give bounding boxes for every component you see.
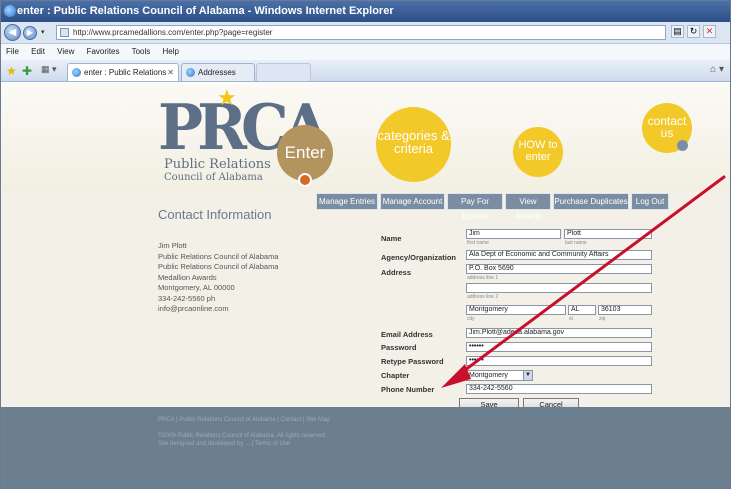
phone-input[interactable]: 334-242-5560 [466,384,652,394]
address-tools: ▤ ↻ ✕ [671,25,729,40]
address-line-2-input[interactable] [466,283,652,293]
last-name-hint: last name [565,240,587,246]
contact-dot-icon [677,140,688,151]
home-page-icon[interactable]: ⌂ ▾ [710,64,724,75]
chapter-select[interactable]: Montgomery ▼ [466,370,533,381]
nav-purchase-duplicates[interactable]: Purchase Duplicates [553,193,629,210]
page-icon [60,28,69,37]
chapter-label: Chapter [381,371,410,380]
menu-view[interactable]: View [57,47,74,56]
site-header: PRCA ★ Public Relations Council of Alaba… [1,83,730,191]
retype-password-label: Retype Password [381,357,444,366]
refresh-icon[interactable]: ↻ [687,25,700,38]
tab-ie-icon [72,68,81,77]
web-page: PRCA ★ Public Relations Council of Alaba… [1,83,730,488]
enter-label: Enter [284,143,326,162]
address-line-1-hint: address line 1 [467,275,499,281]
logo-line-2: Council of Alabama [164,172,263,183]
state-input[interactable]: AL [568,305,596,315]
forward-button[interactable]: ▶ [23,26,37,40]
back-button[interactable]: ◀ [4,24,21,41]
email-label: Email Address [381,330,433,339]
nav-manage-account[interactable]: Manage Account [380,193,445,210]
logo-line-1: Public Relations [164,157,271,172]
tab-ie-icon [186,68,195,77]
menu-favorites[interactable]: Favorites [87,47,120,56]
tab-enter[interactable]: enter : Public Relations C... ✕ [67,63,179,94]
enter-arrow-icon [298,173,312,187]
forward-arrow-icon: ▶ [26,28,34,37]
nav-log-out[interactable]: Log Out [631,193,669,210]
contact-line: 334-242-5560 ph [158,293,216,303]
quick-tabs-icon[interactable]: ▦ ▾ [41,64,57,75]
add-favorite-icon[interactable]: ✚ [22,64,32,78]
name-label: Name [381,234,402,243]
contact-email-link[interactable]: info@prcaonline.com [158,304,278,315]
new-tab-button[interactable] [256,63,311,81]
nav-pay-for-entries[interactable]: Pay For Entries [447,193,503,221]
retype-password-input[interactable]: •••••• [466,356,652,366]
city-input[interactable]: Montgomery [466,305,566,315]
ie-logo-icon [4,5,16,17]
contact-label: contact us [647,114,687,140]
agency-input[interactable]: Ala Dept of Economic and Community Affai… [466,250,652,260]
phone-label: Phone Number [381,385,435,394]
site-footer: PRCA | Public Relations Council of Alaba… [1,407,730,488]
window-title: enter : Public Relations Council of Alab… [17,5,394,17]
categories-circle-link[interactable]: categories & criteria [376,107,451,182]
url-text: http://www.prcamedallions.com/enter.php?… [73,28,273,37]
address-line-1-input[interactable]: P.O. Box 5690 [466,264,652,274]
contact-line: Jim Plott [158,241,187,250]
chevron-down-icon: ▼ [523,371,532,380]
footer-credits: Site designed and developed by ... | Ter… [158,441,291,447]
address-label: Address [381,268,412,277]
first-name-input[interactable]: Jim [466,229,561,239]
chapter-value: Montgomery [469,372,508,379]
nav-view-awards[interactable]: View Awards [505,193,551,221]
menu-file[interactable]: File [6,47,19,56]
address-line-2-hint: address line 2 [467,294,499,300]
menu-bar: File Edit View Favorites Tools Help [1,44,730,60]
contact-line: Public Relations Council of Alabama [158,262,279,271]
first-name-hint: first name [467,240,489,246]
categories-label: categories & criteria [377,128,450,156]
email-input[interactable]: Jim.Plott@adeca.alabama.gov [466,328,652,338]
menu-tools[interactable]: Tools [132,47,151,56]
compatibility-icon[interactable]: ▤ [671,25,684,38]
tab-bar: ★ ✚ ▦ ▾ enter : Public Relations C... ✕ … [1,60,730,94]
agency-label: Agency/Organization [381,253,457,262]
last-name-input[interactable]: Plott [564,229,652,239]
contact-block: Jim Plott Public Relations Council of Al… [158,241,278,315]
city-hint: city [467,316,475,322]
back-arrow-icon: ◀ [8,27,17,38]
logo-star-icon: ★ [217,85,237,110]
title-bar: enter : Public Relations Council of Alab… [1,1,730,22]
recent-pages-dropdown-icon[interactable]: ▾ [41,28,45,36]
contact-title: Contact Information [158,207,272,222]
zip-input[interactable]: 36103 [598,305,652,315]
how-label: HOW to enter [518,139,558,163]
tab-addresses[interactable]: Addresses [181,63,255,81]
tab-label: Addresses [198,68,236,77]
state-hint: st [569,316,573,322]
stop-icon[interactable]: ✕ [703,25,716,38]
favorites-star-icon[interactable]: ★ [6,64,17,78]
footer-copyright: ©2009 Public Relations Council of Alabam… [158,433,327,439]
menu-help[interactable]: Help [163,47,179,56]
contact-line: Montgomery, AL 00000 [158,283,235,292]
how-to-enter-circle-link[interactable]: HOW to enter [513,127,563,177]
password-label: Password [381,343,417,352]
tab-close-icon[interactable]: ✕ [167,64,174,81]
contact-line: Medallion Awards [158,272,217,282]
menu-edit[interactable]: Edit [31,47,45,56]
footer-links[interactable]: PRCA | Public Relations Council of Alaba… [158,417,330,423]
password-input[interactable]: •••••• [466,342,652,352]
address-input[interactable]: http://www.prcamedallions.com/enter.php?… [56,25,666,40]
browser-window: enter : Public Relations Council of Alab… [0,0,731,489]
zip-hint: zip [599,316,606,322]
contact-line: Public Relations Council of Alabama [158,251,279,261]
nav-manage-entries[interactable]: Manage Entries [316,193,378,210]
address-bar-row: ◀ ▶ ▾ http://www.prcamedallions.com/ente… [1,22,730,44]
